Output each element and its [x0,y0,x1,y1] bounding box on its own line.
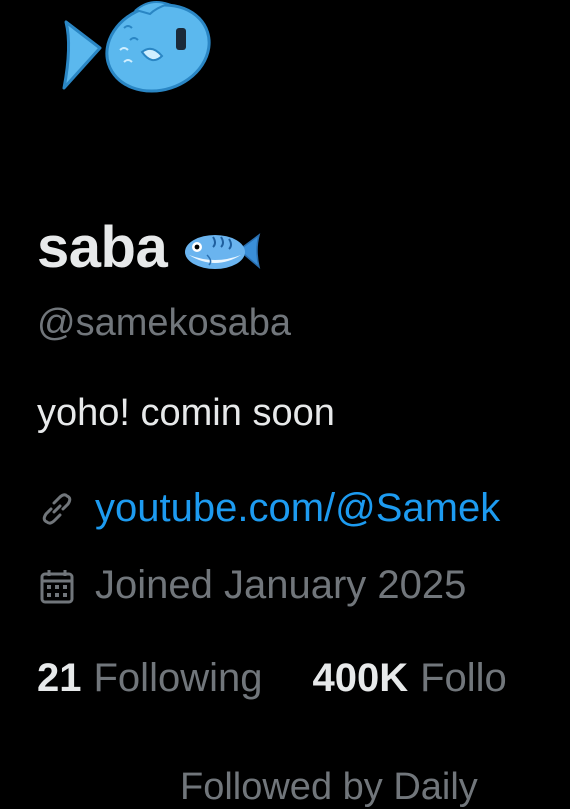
followers-count: 400K [312,656,409,700]
display-name: saba [37,214,168,280]
followers-stat[interactable]: 400K Follo [312,656,506,701]
avatar[interactable] [58,0,214,100]
display-name-row: saba [37,212,261,282]
calendar-icon [40,569,74,603]
link-icon [42,492,72,525]
blue-fish-icon [62,1,211,93]
followed-by-text[interactable]: Followed by Daily [180,766,478,809]
following-stat[interactable]: 21 Following [37,656,262,701]
profile-link-row: youtube.com/@Samek [37,486,500,531]
joined-date: Joined January 2025 [95,563,467,607]
following-label: Following [93,656,263,700]
fish-emoji-icon [185,233,261,270]
following-count: 21 [37,656,82,700]
stats-row: 21 Following 400K Follo [37,656,507,701]
followers-label: Follo [420,656,507,700]
bio: yoho! comin soon [37,392,335,434]
handle: @samekosaba [37,302,292,344]
profile-link[interactable]: youtube.com/@Samek [95,486,500,531]
joined-row: Joined January 2025 [37,563,466,608]
